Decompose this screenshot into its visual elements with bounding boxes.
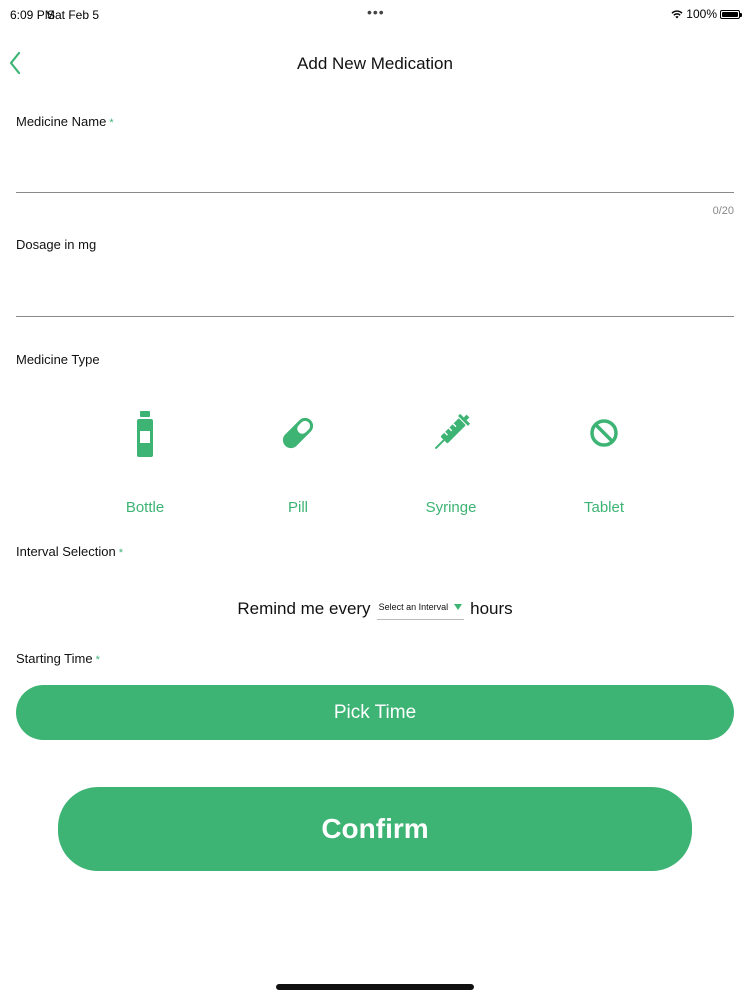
home-indicator[interactable] [276,984,474,990]
interval-prefix: Remind me every [237,599,371,618]
required-mark: * [109,117,114,129]
interval-selection-label-text: Interval Selection [16,544,116,559]
add-medication-screen: 6:09 PM Sat Feb 5 ••• 100% Add New Medic… [0,0,750,1000]
medicine-name-input[interactable] [16,158,734,193]
nav-bar: Add New Medication [0,40,750,86]
type-label-tablet: Tablet [583,499,625,516]
medicine-name-label-text: Medicine Name [16,114,107,129]
dosage-input[interactable] [16,282,734,317]
character-counter: 0/20 [712,205,734,217]
medicine-name-label: Medicine Name * [16,114,114,129]
interval-row: Remind me every Select an Interval hours [0,594,750,624]
multitasking-dots-icon[interactable]: ••• [367,4,385,20]
type-option-bottle[interactable]: Bottle [85,405,205,525]
type-option-tablet[interactable]: Tablet [544,405,664,525]
type-label-bottle: Bottle [125,499,165,516]
required-mark: * [118,547,124,559]
type-option-pill[interactable]: Pill [238,405,358,525]
interval-suffix: hours [470,599,513,618]
status-bar: 6:09 PM Sat Feb 5 ••• 100% [0,0,750,30]
page-title: Add New Medication [297,54,453,73]
syringe-icon [434,413,471,450]
wifi-icon [671,10,683,19]
battery-percent: 100% [686,7,717,21]
dosage-label: Dosage in mg [16,237,97,252]
pick-time-button[interactable]: Pick Time [16,685,734,740]
interval-select[interactable]: Select an Interval [376,598,465,620]
confirm-button[interactable]: Confirm [58,787,692,871]
required-mark: * [95,654,100,666]
type-label-syringe: Syringe [425,499,477,516]
interval-selection-label: Interval Selection * [16,544,123,559]
status-right: 100% [671,7,742,21]
bottle-icon [137,411,153,457]
starting-time-label-text: Starting Time [16,651,93,666]
battery-icon [720,9,742,19]
type-option-syringe[interactable]: Syringe [391,405,511,525]
tablet-icon [590,419,618,447]
interval-select-placeholder: Select an Interval [378,602,449,612]
starting-time-label: Starting Time * [16,651,100,666]
status-date: Sat Feb 5 [47,8,100,22]
type-label-pill: Pill [287,499,308,516]
caret-down-icon [454,604,463,610]
medicine-type-label: Medicine Type [16,352,100,367]
pill-icon [282,417,314,449]
